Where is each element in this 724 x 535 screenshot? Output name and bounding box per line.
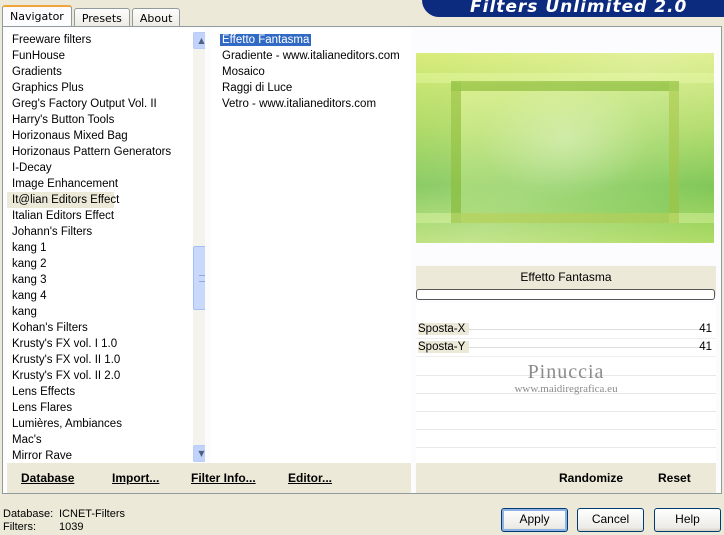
- preview-image: [416, 53, 714, 243]
- filter-item-label: Effetto Fantasma: [220, 34, 312, 46]
- filter-item-label: Raggi di Luce: [222, 82, 293, 94]
- tab-navigator[interactable]: Navigator: [2, 5, 72, 27]
- editor-button[interactable]: Editor...: [288, 471, 332, 485]
- category-list[interactable]: Freeware filters FunHouse Gradients Graphic…: [7, 29, 205, 463]
- param-slider-sposta-y[interactable]: Sposta-Y 41: [416, 339, 716, 357]
- database-label: Database:: [3, 508, 54, 520]
- category-item[interactable]: kang 1: [7, 240, 205, 256]
- category-item[interactable]: Mac's: [7, 432, 205, 448]
- category-item[interactable]: Krusty's FX vol. I 1.0: [7, 336, 205, 352]
- category-item[interactable]: Freeware filters: [7, 32, 205, 48]
- filters-count: 1039: [59, 521, 84, 533]
- category-item[interactable]: Kohan's Filters: [7, 320, 205, 336]
- category-item[interactable]: Horizonaus Pattern Generators: [7, 144, 205, 160]
- param-label: Sposta-X: [418, 323, 470, 335]
- progress-bar: [416, 289, 715, 300]
- param-value: 41: [699, 323, 712, 335]
- category-item[interactable]: Krusty's FX vol. II 2.0: [7, 368, 205, 384]
- help-button[interactable]: Help: [654, 508, 721, 532]
- category-item[interactable]: Lens Effects: [7, 384, 205, 400]
- randomize-button[interactable]: Randomize: [559, 471, 623, 485]
- category-item[interactable]: Krusty's FX vol. II 1.0: [7, 352, 205, 368]
- import-button[interactable]: Import...: [112, 471, 159, 485]
- filter-item[interactable]: Effetto Fantasma: [211, 32, 411, 48]
- category-item[interactable]: I-Decay: [7, 160, 205, 176]
- filter-item[interactable]: Gradiente - www.italianeditors.com: [211, 48, 411, 64]
- category-item[interactable]: kang: [7, 304, 205, 320]
- param-label: Sposta-Y: [418, 341, 470, 353]
- app-title-banner: Filters Unlimited 2.0: [422, 0, 724, 17]
- category-item[interactable]: Greg's Factory Output Vol. II: [7, 96, 205, 112]
- param-slider-sposta-x[interactable]: Sposta-X 41: [416, 321, 716, 339]
- category-item[interactable]: Gradients: [7, 64, 205, 80]
- category-item[interactable]: kang 2: [7, 256, 205, 272]
- category-item[interactable]: Harry's Button Tools: [7, 112, 205, 128]
- tab-presets[interactable]: Presets: [73, 8, 130, 27]
- category-item[interactable]: kang 3: [7, 272, 205, 288]
- watermark-url: www.maidiregrafica.eu: [514, 383, 618, 395]
- filter-item-label: Mosaico: [222, 66, 265, 78]
- category-item[interactable]: Lens Flares: [7, 400, 205, 416]
- preview-button-bar: Randomize Reset: [416, 463, 716, 493]
- status-info: Database: ICNET-Filters Filters: 1039: [3, 508, 125, 534]
- category-item[interactable]: Horizonaus Mixed Bag: [7, 128, 205, 144]
- category-item[interactable]: Graphics Plus: [7, 80, 205, 96]
- category-item[interactable]: kang 4: [7, 288, 205, 304]
- category-item[interactable]: Lumières, Ambiances: [7, 416, 205, 432]
- category-scrollbar[interactable]: ▲ ▼: [193, 32, 205, 462]
- category-item[interactable]: Image Enhancement: [7, 176, 205, 192]
- database-button[interactable]: Database: [21, 471, 74, 485]
- watermark-name: Pinuccia: [527, 361, 605, 383]
- filter-item[interactable]: Vetro - www.italianeditors.com: [211, 96, 411, 112]
- scroll-up-icon[interactable]: ▲: [193, 32, 205, 49]
- reset-button[interactable]: Reset: [658, 471, 691, 485]
- category-item[interactable]: Mirror Rave: [7, 448, 205, 463]
- preview-panel: Effetto Fantasma Sposta-X 41 Sposta-Y 41…: [416, 29, 716, 493]
- filter-list[interactable]: Effetto Fantasma Gradiente - www.italiane…: [211, 29, 411, 463]
- category-item[interactable]: Johann's Filters: [7, 224, 205, 240]
- tab-about[interactable]: About: [131, 8, 181, 27]
- param-value: 41: [699, 341, 712, 353]
- navigator-button-bar: Database Import... Filter Info... Editor…: [7, 463, 411, 493]
- scroll-thumb[interactable]: [193, 246, 205, 310]
- apply-button[interactable]: Apply: [501, 508, 568, 532]
- filters-label: Filters:: [3, 521, 36, 533]
- category-item[interactable]: Italian Editors Effect: [7, 208, 205, 224]
- category-item[interactable]: FunHouse: [7, 48, 205, 64]
- filter-item[interactable]: Mosaico: [211, 64, 411, 80]
- filter-item-label: Vetro - www.italianeditors.com: [222, 98, 377, 110]
- filter-item[interactable]: Raggi di Luce: [211, 80, 411, 96]
- tab-bar: Navigator Presets About: [2, 5, 182, 27]
- scroll-down-icon[interactable]: ▼: [193, 445, 205, 462]
- database-value: ICNET-Filters: [59, 508, 125, 520]
- filter-info-button[interactable]: Filter Info...: [191, 471, 256, 485]
- cancel-button[interactable]: Cancel: [577, 508, 644, 532]
- category-item[interactable]: It@lian Editors Effect: [7, 192, 119, 208]
- filter-item-label: Gradiente - www.italianeditors.com: [222, 50, 400, 62]
